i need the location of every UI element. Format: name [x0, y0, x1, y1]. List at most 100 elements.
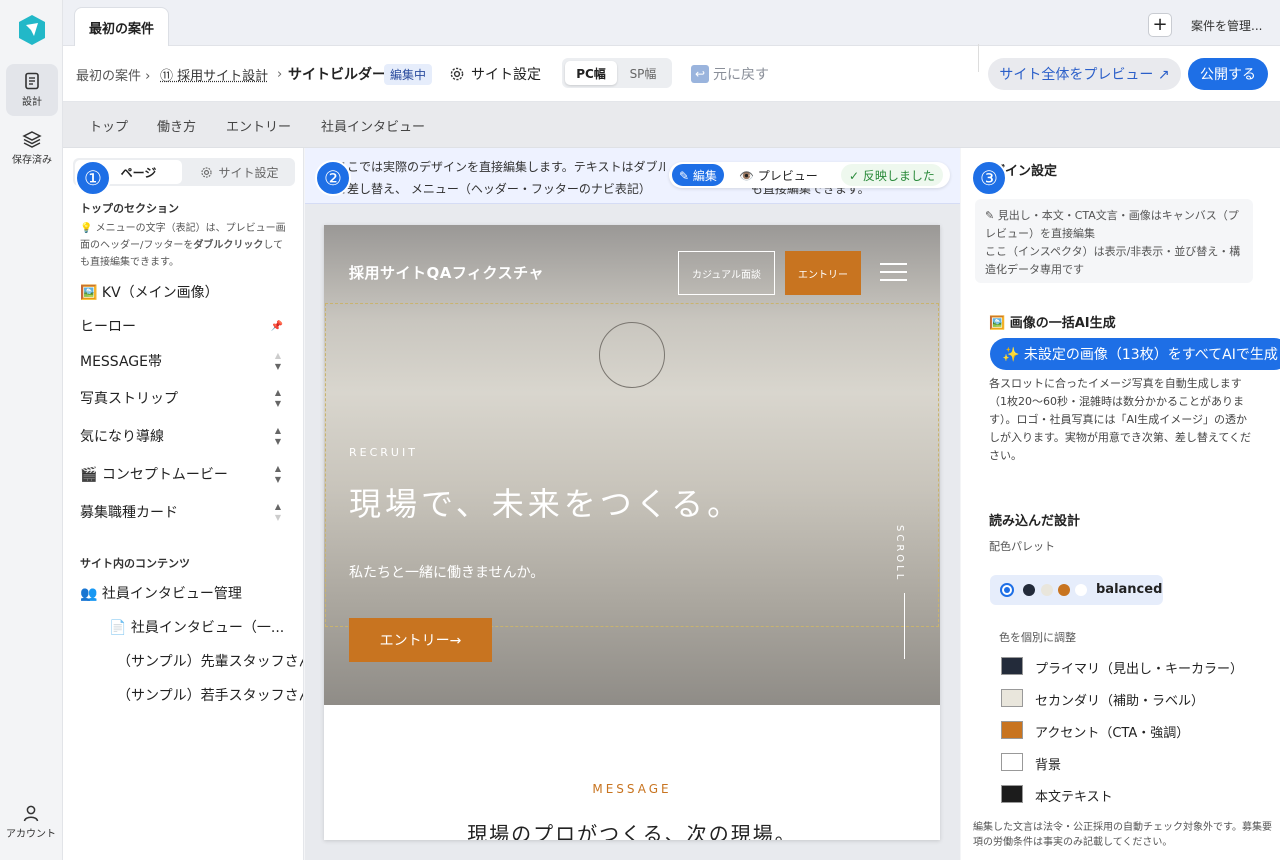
status-badge-wrap: 編集中 — [384, 46, 433, 102]
pin-icon: 📌 — [270, 320, 283, 332]
site-logo[interactable]: 採用サイトQAフィクスチャ — [349, 262, 544, 283]
casual-interview-button[interactable]: カジュアル面談 — [678, 251, 775, 295]
preview-mode-button[interactable]: 👁️ プレビュー — [739, 164, 818, 186]
hero-entry-button[interactable]: エントリー→ — [349, 618, 492, 662]
scroll-line — [904, 593, 905, 659]
info-text-2: で差し替え、 メニュー（ヘッダー・フッターのナビ表記） — [335, 182, 651, 196]
site-canvas[interactable]: 採用サイトQAフィクスチャ カジュアル面談 エントリー RECRUIT 現場で、… — [324, 225, 940, 840]
site-settings-label: サイト設定 — [471, 67, 541, 83]
tab-site-settings[interactable]: サイト設定 — [186, 160, 293, 184]
publish-button[interactable]: 公開する — [1188, 58, 1268, 90]
builder-toolbar: 最初の案件 › ⑪ 採用サイト設計 › サイトビルダー 編集中 サイト設定 PC… — [63, 44, 1280, 102]
reorder-arrows[interactable]: ▲ ▼ — [275, 349, 281, 373]
inspector-note-2: ここ（インスペクタ）は表示/非表示・並び替え・構造化データ専用です — [985, 245, 1241, 276]
rail-saved-button[interactable]: 保存済み — [6, 122, 58, 174]
palette-label: 配色パレット — [989, 540, 1055, 553]
section-item-hero[interactable]: ヒーロー 📌 — [80, 314, 295, 338]
sections-heading: トップのセクション — [80, 202, 179, 215]
step-badge-2: ② — [315, 160, 351, 196]
section-item-kv[interactable]: 🖼️ KV（メイン画像） — [80, 280, 295, 304]
step-badge-1: ① — [75, 160, 111, 196]
toolbar-divider — [978, 44, 979, 72]
page-tab-interview[interactable]: 社員インタビュー — [321, 102, 425, 148]
sp-width-button[interactable]: SP幅 — [617, 61, 669, 85]
pc-width-button[interactable]: PC幅 — [565, 61, 617, 85]
reorder-arrows[interactable]: ▲ ▼ — [275, 386, 281, 410]
rail-design-button[interactable]: 設計 — [6, 64, 58, 116]
manage-projects-link[interactable]: 案件を管理... — [1191, 0, 1262, 50]
section-item-photo-strip[interactable]: 写真ストリップ ▲ ▼ — [80, 386, 295, 410]
contents-heading: サイト内のコンテンツ — [80, 557, 190, 570]
menu-edit-hint: 💡 メニューの文字（表記）は、プレビュー画面のヘッダー/フッターをダブルクリック… — [80, 220, 292, 271]
message-label[interactable]: MESSAGE — [324, 782, 940, 796]
project-tab[interactable]: 最初の案件 — [74, 7, 170, 47]
swatch-accent[interactable] — [1001, 721, 1023, 739]
section-label: MESSAGE帯 — [80, 354, 162, 370]
rail-account-button[interactable]: アカウント — [2, 796, 60, 848]
compliance-note: 編集した文言は法令・公正採用の自動チェック対象外です。募集要項の労働条件は事実の… — [973, 822, 1272, 848]
palette-dot-accent — [1058, 584, 1070, 596]
swatch-accent-label: アクセント（CTA・強調） — [1035, 726, 1190, 741]
breadcrumb-site[interactable]: ⑪ 採用サイト設計 — [160, 46, 268, 102]
scroll-indicator: SCROLL — [894, 525, 905, 583]
status-badge: 編集中 — [384, 63, 433, 85]
swatch-background[interactable] — [1001, 753, 1023, 771]
section-label: 🎬 コンセプトムービー — [80, 467, 228, 483]
interview-sample-1[interactable]: （サンプル）先輩スタッフさん — [117, 649, 303, 673]
swatch-primary-label: プライマリ（見出し・キーカラー） — [1035, 662, 1244, 677]
viewport-toggle: PC幅 SP幅 — [562, 58, 672, 88]
preview-site-button[interactable]: サイト全体をプレビュー ↗ — [988, 58, 1181, 90]
hamburger-icon[interactable] — [880, 263, 907, 283]
palette-option-balanced[interactable]: balanced — [990, 575, 1163, 605]
entry-nav-button[interactable]: エントリー — [785, 251, 861, 295]
reorder-arrows[interactable]: ▲ ▼ — [275, 500, 281, 524]
section-item-message[interactable]: MESSAGE帯 ▲ ▼ — [80, 349, 295, 373]
page-title: サイトビルダー — [288, 67, 386, 83]
hero-section[interactable]: 採用サイトQAフィクスチャ カジュアル面談 エントリー RECRUIT 現場で、… — [324, 225, 940, 705]
undo-button[interactable]: ↩ 元に戻す — [691, 46, 769, 102]
section-label: 募集職種カード — [80, 505, 178, 521]
interview-manage-item[interactable]: 👥 社員インタビュー管理 — [80, 581, 295, 605]
page-tabs: トップ 働き方 エントリー 社員インタビュー — [63, 102, 1280, 148]
interview-sample-2[interactable]: （サンプル）若手スタッフさん — [117, 683, 303, 707]
reflected-status: ✓ 反映しました — [841, 164, 943, 186]
ai-section-title: 🖼️ 画像の一括AI生成 — [989, 316, 1116, 331]
swatch-body-text[interactable] — [1001, 785, 1023, 803]
palette-name: balanced — [1096, 582, 1163, 597]
recruit-label[interactable]: RECRUIT — [349, 446, 418, 459]
document-icon — [25, 72, 39, 90]
page-tab-entry[interactable]: エントリー — [226, 102, 291, 148]
hero-headline[interactable]: 現場で、未来をつくる。 — [349, 479, 743, 525]
message-heading[interactable]: 現場のプロがつくる、次の現場。 — [324, 818, 940, 840]
rail-saved-label: 保存済み — [12, 155, 52, 166]
add-project-button[interactable]: + — [1148, 13, 1172, 37]
ai-generate-button[interactable]: ✨ 未設定の画像（13枚）をすべてAIで生成 — [990, 338, 1280, 370]
palette-radio[interactable] — [1000, 583, 1014, 597]
undo-icon: ↩ — [691, 65, 709, 83]
reorder-arrows[interactable]: ▲ ▼ — [275, 462, 281, 486]
section-item-job-cards[interactable]: 募集職種カード ▲ ▼ — [80, 500, 295, 524]
palette-dot-bg — [1075, 584, 1087, 596]
loaded-design-title: 読み込んだ設計 — [989, 514, 1081, 529]
section-item-concept-movie[interactable]: 🎬 コンセプトムービー ▲ ▼ — [80, 462, 295, 486]
interview-doc-item[interactable]: 📄 社員インタビュー（一... — [109, 615, 299, 639]
gear-icon — [450, 67, 464, 81]
site-settings-button[interactable]: サイト設定 — [449, 46, 541, 102]
app-logo[interactable] — [17, 14, 47, 46]
rail-design-label: 設計 — [22, 97, 42, 108]
swatch-secondary[interactable] — [1001, 689, 1023, 707]
palette-dot-secondary — [1041, 584, 1053, 596]
page-tab-top[interactable]: トップ — [89, 102, 128, 148]
breadcrumb-project[interactable]: 最初の案件 › — [76, 46, 150, 102]
page-tab-work[interactable]: 働き方 — [157, 102, 196, 148]
section-label: 写真ストリップ — [80, 391, 178, 407]
section-item-interest-link[interactable]: 気になり導線 ▲ ▼ — [80, 424, 295, 448]
section-label: 気になり導線 — [80, 429, 164, 445]
swatch-primary[interactable] — [1001, 657, 1023, 675]
edit-mode-button[interactable]: ✎ 編集 — [672, 164, 724, 186]
reorder-arrows[interactable]: ▲ ▼ — [275, 424, 281, 448]
inspector-panel: デザイン設定 ✎ 見出し・本文・CTA文言・画像はキャンバス（プレビュー）を直接… — [961, 148, 1280, 860]
mode-switch: ✎ 編集 👁️ プレビュー ✓ 反映しました — [669, 162, 950, 188]
plus-icon: + — [1152, 14, 1168, 35]
hero-subtext[interactable]: 私たちと一緒に働きませんか。 — [349, 562, 544, 582]
